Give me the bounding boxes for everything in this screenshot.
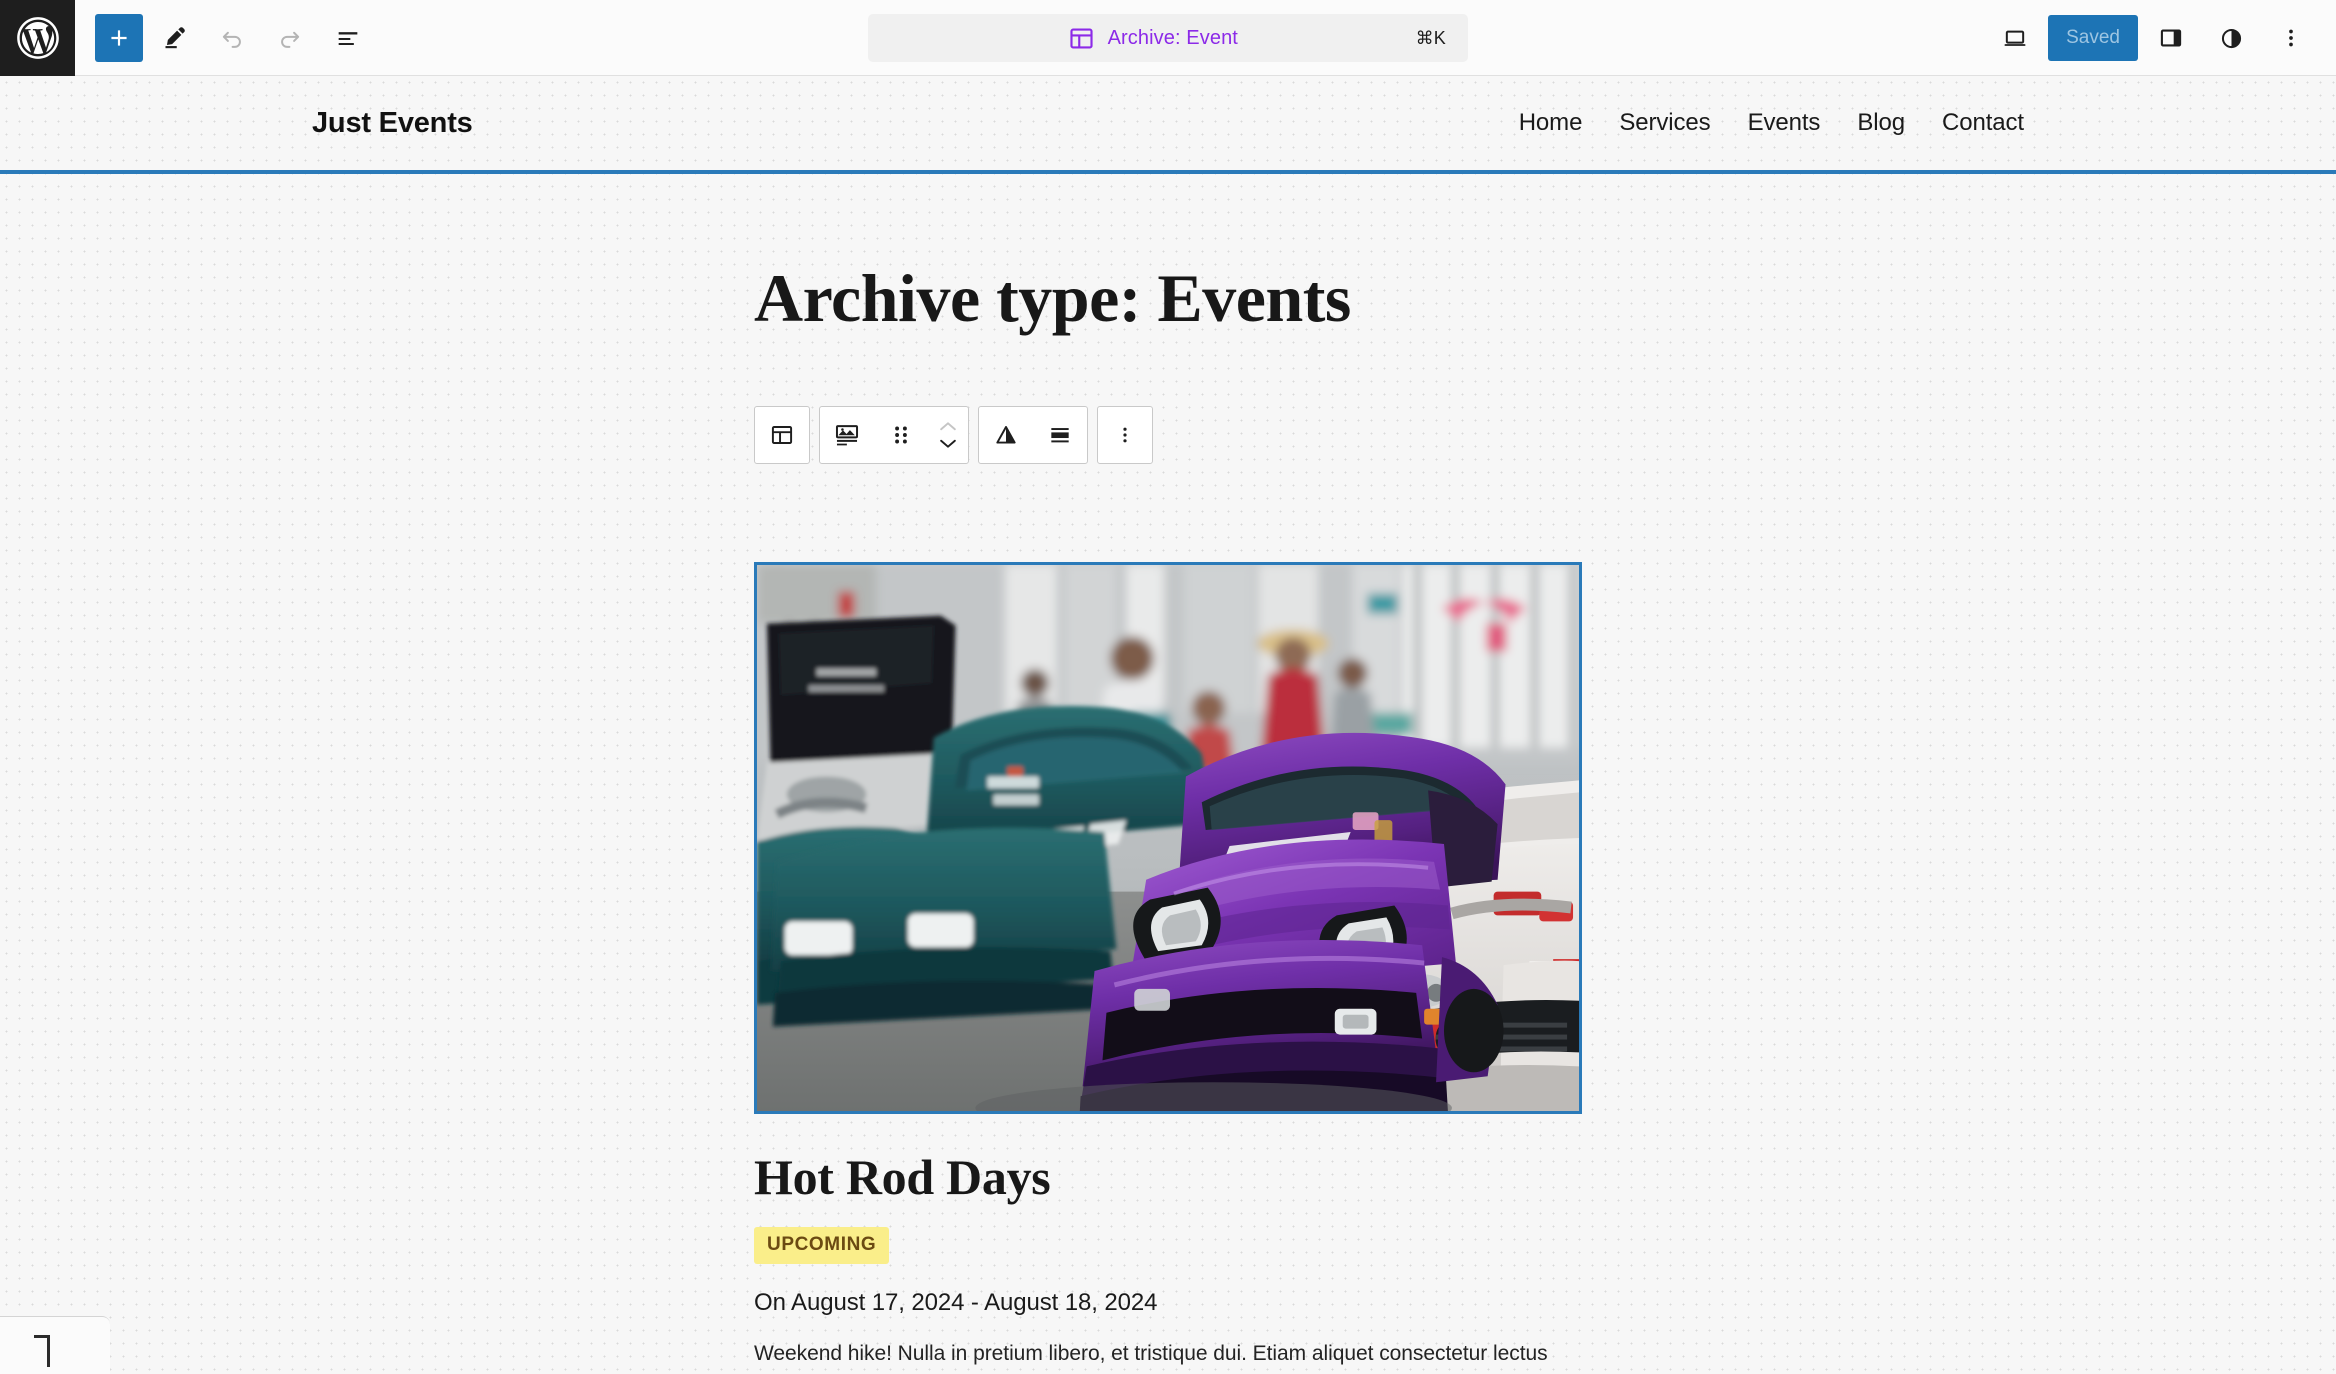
wordpress-logo-icon[interactable] <box>0 0 75 76</box>
command-center-button[interactable]: Archive: Event ⌘K <box>868 14 1468 62</box>
styles-button[interactable] <box>2204 11 2258 65</box>
command-center-shortcut: ⌘K <box>1415 27 1446 48</box>
drag-dots-icon[interactable] <box>874 407 928 463</box>
page-title[interactable]: Archive type: Events <box>754 261 1582 335</box>
nav-item-services[interactable]: Services <box>1619 109 1710 137</box>
nav-item-events[interactable]: Events <box>1748 109 1821 137</box>
nav-item-blog[interactable]: Blog <box>1857 109 1905 137</box>
post-title[interactable]: Hot Rod Days <box>754 1150 1582 1205</box>
post-featured-image-block[interactable] <box>754 562 1582 1115</box>
settings-sidebar-button[interactable] <box>2144 11 2198 65</box>
duotone-triangle-icon[interactable] <box>979 407 1033 463</box>
site-navigation: Home Services Events Blog Contact <box>1519 109 2024 137</box>
content-wrapper: Archive type: Events Hot Rod Days UPCOMI… <box>0 174 2336 1374</box>
parent-block-group <box>754 406 810 464</box>
redo-button[interactable] <box>263 11 317 65</box>
editor-left-tools <box>75 11 375 65</box>
bottom-left-overlay-panel <box>0 1316 110 1374</box>
block-format-group <box>978 406 1088 464</box>
site-title[interactable]: Just Events <box>312 107 473 140</box>
block-options-group <box>1097 406 1153 464</box>
status-badge: UPCOMING <box>754 1227 890 1265</box>
add-block-button[interactable] <box>95 13 143 62</box>
command-center-inner: Archive: Event <box>890 25 1416 52</box>
edit-tool-button[interactable] <box>147 11 201 65</box>
nav-item-home[interactable]: Home <box>1519 109 1583 137</box>
view-device-button[interactable] <box>1988 11 2042 65</box>
block-toolbar <box>754 406 1153 464</box>
event-excerpt: Weekend hike! Nulla in pretium libero, e… <box>754 1342 1548 1366</box>
align-wide-icon[interactable] <box>1033 407 1087 463</box>
template-layout-icon <box>1068 25 1095 52</box>
post-featured-image-icon[interactable] <box>820 407 874 463</box>
editor-top-bar: Archive: Event ⌘K Saved <box>0 0 2336 76</box>
block-options-button[interactable] <box>1098 407 1152 463</box>
document-overview-button[interactable] <box>321 11 375 65</box>
command-center-label: Archive: Event <box>1107 26 1238 49</box>
editor-right-tools: Saved <box>1988 0 2318 76</box>
editor-canvas: Just Events Home Services Events Blog Co… <box>0 76 2336 1374</box>
undo-button[interactable] <box>205 11 259 65</box>
site-header-block[interactable]: Just Events Home Services Events Blog Co… <box>0 76 2336 170</box>
block-main-group <box>819 406 969 464</box>
save-status-button[interactable]: Saved <box>2048 15 2138 61</box>
options-menu-button[interactable] <box>2264 11 2318 65</box>
move-up-button[interactable] <box>937 420 959 433</box>
select-parent-block-button[interactable] <box>755 407 809 463</box>
content-column: Archive type: Events Hot Rod Days UPCOMI… <box>754 261 1582 1374</box>
nav-item-contact[interactable]: Contact <box>1942 109 2024 137</box>
event-date: On August 17, 2024 - August 18, 2024 <box>754 1289 1158 1317</box>
wordpress-site-editor: Archive: Event ⌘K Saved Just Events Home… <box>0 0 2336 1374</box>
move-down-button[interactable] <box>937 437 959 450</box>
block-mover <box>928 407 968 463</box>
overlay-corner-mark <box>34 1335 50 1367</box>
